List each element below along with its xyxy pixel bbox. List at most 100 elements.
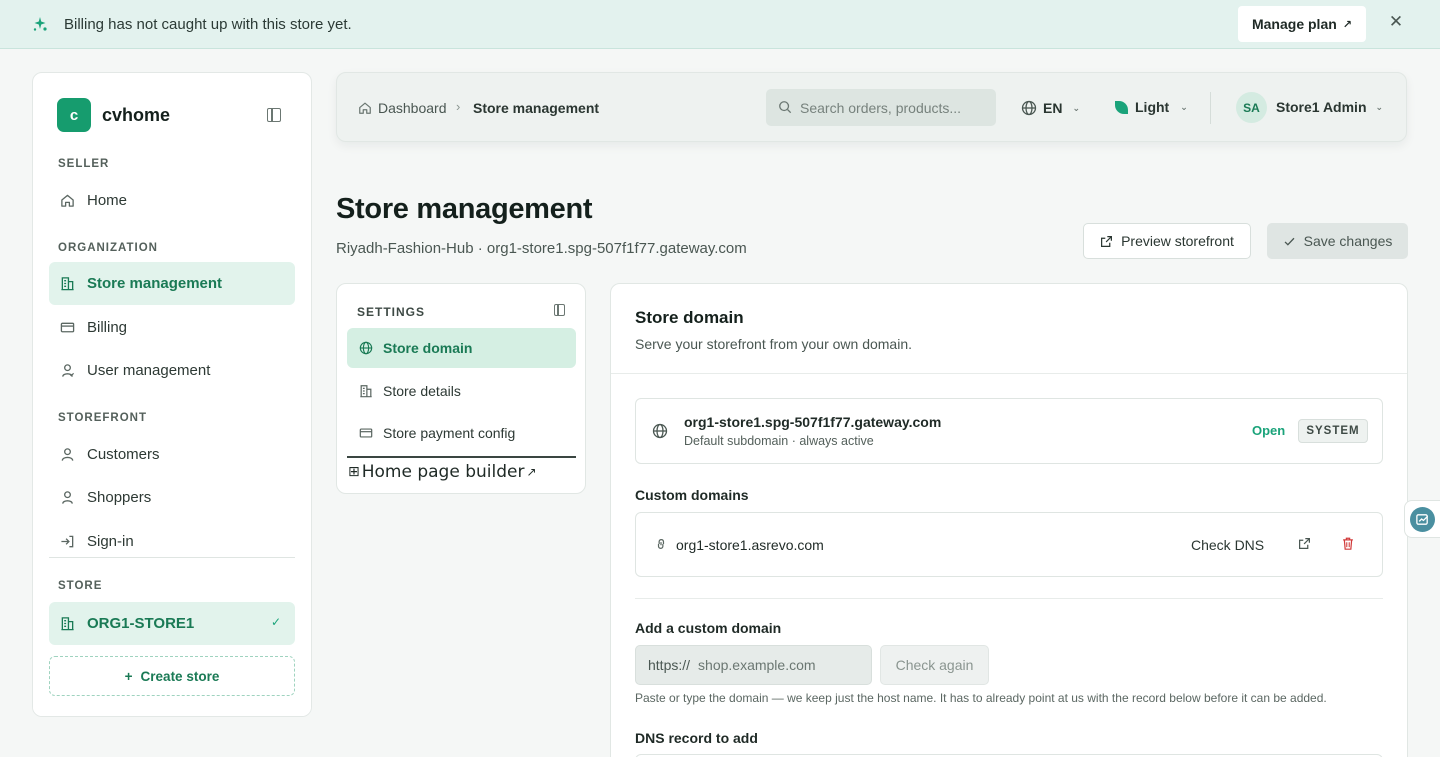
custom-domain-row: org1-store1.asrevo.com Check DNS	[635, 512, 1383, 577]
sidebar-item-label: Billing	[87, 319, 128, 336]
url-prefix: https://	[648, 657, 691, 673]
top-header: Dashboard › Store management EN ⌄ Light …	[336, 72, 1407, 142]
check-icon: ✓	[270, 615, 281, 629]
section-title: Store domain	[635, 308, 744, 327]
sidebar: c cvhome SELLER Home ORGANIZATION Store …	[32, 72, 312, 717]
external-link-icon[interactable]	[1298, 537, 1311, 550]
language-label: EN	[1043, 100, 1063, 116]
search-input[interactable]	[800, 89, 986, 126]
page-subtitle: Riyadh-Fashion-Hub · org1-store1.spg-507…	[336, 240, 747, 257]
sidebar-item-label: Store management	[87, 275, 223, 292]
user-icon	[60, 447, 75, 462]
home-icon	[60, 193, 75, 208]
credit-card-icon	[60, 320, 75, 335]
avatar[interactable]: SA	[1236, 92, 1267, 123]
trash-icon[interactable]	[1342, 537, 1354, 550]
manage-plan-button[interactable]: Manage plan ↗	[1238, 6, 1366, 42]
user-menu[interactable]: Store1 Admin ⌄	[1276, 99, 1383, 115]
check-dns-button[interactable]: Check DNS	[1191, 537, 1264, 553]
settings-item-store-details[interactable]: Store details	[347, 371, 576, 411]
user-badge-icon	[60, 363, 75, 378]
preview-storefront-label: Preview storefront	[1121, 233, 1234, 249]
section-divider	[635, 598, 1383, 599]
theme-selector[interactable]: Light ⌄	[1115, 99, 1188, 115]
sidebar-item-label: Customers	[87, 446, 160, 463]
globe-icon	[652, 423, 668, 439]
sidebar-item-label: Shoppers	[87, 489, 152, 506]
settings-panel: SETTINGS Store domain Store details Stor…	[336, 283, 586, 494]
current-store-label: ORG1-STORE1	[87, 615, 195, 632]
logo[interactable]: c	[57, 98, 91, 132]
sidebar-item-store-management[interactable]: Store management	[49, 262, 295, 305]
home-page-builder-label: Home page builder	[361, 462, 525, 482]
header-divider	[1210, 92, 1211, 124]
current-store-item[interactable]: ORG1-STORE1 ✓	[49, 602, 295, 645]
banner-message: Billing has not caught up with this stor…	[64, 16, 352, 33]
sidebar-item-shoppers[interactable]: Shoppers	[49, 476, 295, 519]
search-box[interactable]	[766, 89, 996, 126]
settings-title: SETTINGS	[357, 305, 426, 319]
sidebar-item-billing[interactable]: Billing	[49, 306, 295, 349]
help-text: Paste or type the domain — we keep just …	[635, 691, 1327, 705]
section-store: STORE	[58, 580, 103, 592]
default-domain-card: org1-store1.spg-507f1f77.gateway.com Def…	[635, 398, 1383, 464]
domain-input[interactable]	[698, 657, 849, 673]
check-icon	[1283, 235, 1296, 248]
sign-in-icon	[60, 534, 75, 549]
user-badge-icon	[60, 490, 75, 505]
breadcrumb-dashboard[interactable]: Dashboard	[378, 100, 447, 116]
sidebar-item-customers[interactable]: Customers	[49, 433, 295, 476]
chevron-right-icon: ›	[456, 99, 461, 114]
section-seller: SELLER	[58, 158, 110, 170]
globe-icon	[1021, 100, 1037, 116]
save-changes-label: Save changes	[1303, 233, 1393, 249]
settings-item-label: Store payment config	[383, 425, 516, 441]
dns-record-label: DNS record to add	[635, 730, 758, 746]
theme-label: Light	[1135, 99, 1170, 115]
add-domain-field[interactable]: https://	[635, 645, 872, 685]
page-title: Store management	[336, 193, 593, 225]
create-store-button[interactable]: + Create store	[49, 656, 295, 696]
home-icon[interactable]	[358, 101, 372, 115]
default-domain-name: org1-store1.spg-507f1f77.gateway.com	[684, 414, 942, 430]
floating-assistant-button[interactable]	[1404, 500, 1440, 538]
settings-item-store-payment-config[interactable]: Store payment config	[347, 413, 576, 453]
external-arrow-icon: ↗	[526, 465, 537, 479]
home-page-builder-link[interactable]: ⊞ Home page builder ↗	[348, 462, 537, 482]
sidebar-collapse-icon[interactable]	[267, 108, 281, 122]
sidebar-item-label: Home	[87, 192, 128, 209]
close-icon[interactable]: ✕	[1388, 13, 1404, 31]
add-domain-label: Add a custom domain	[635, 620, 782, 636]
globe-icon	[359, 341, 373, 355]
grid-icon: ⊞	[348, 464, 360, 480]
brand-name: cvhome	[102, 105, 171, 125]
section-storefront: STOREFRONT	[58, 412, 148, 424]
open-link[interactable]: Open	[1252, 423, 1285, 438]
link-icon	[654, 537, 668, 551]
building-icon	[359, 384, 373, 398]
search-icon	[778, 100, 792, 114]
sidebar-item-user-management[interactable]: User management	[49, 349, 295, 392]
preview-storefront-button[interactable]: Preview storefront	[1083, 223, 1251, 259]
building-icon	[60, 616, 75, 631]
sidebar-item-label: Sign-in	[87, 533, 134, 550]
breadcrumb-current: Store management	[473, 100, 600, 116]
sidebar-item-label: User management	[87, 362, 211, 379]
language-selector[interactable]: EN ⌄	[1021, 99, 1080, 117]
billing-banner: Billing has not caught up with this stor…	[0, 0, 1440, 49]
section-subtitle: Serve your storefront from your own doma…	[635, 336, 913, 352]
chevron-down-icon: ⌄	[1180, 101, 1188, 112]
external-arrow-icon: ↗	[1342, 18, 1352, 31]
chart-edit-icon	[1410, 507, 1435, 532]
sidebar-item-home[interactable]: Home	[49, 179, 295, 222]
sidebar-divider	[49, 557, 295, 558]
settings-collapse-icon[interactable]	[554, 304, 565, 316]
settings-item-store-domain[interactable]: Store domain	[347, 328, 576, 368]
save-changes-button[interactable]: Save changes	[1267, 223, 1408, 259]
check-again-button[interactable]: Check again	[880, 645, 989, 685]
plus-icon: +	[124, 668, 133, 684]
chevron-down-icon: ⌄	[1072, 102, 1080, 113]
section-organization: ORGANIZATION	[58, 242, 158, 254]
custom-domain-host: org1-store1.asrevo.com	[676, 537, 824, 553]
leaf-icon	[1115, 100, 1128, 114]
